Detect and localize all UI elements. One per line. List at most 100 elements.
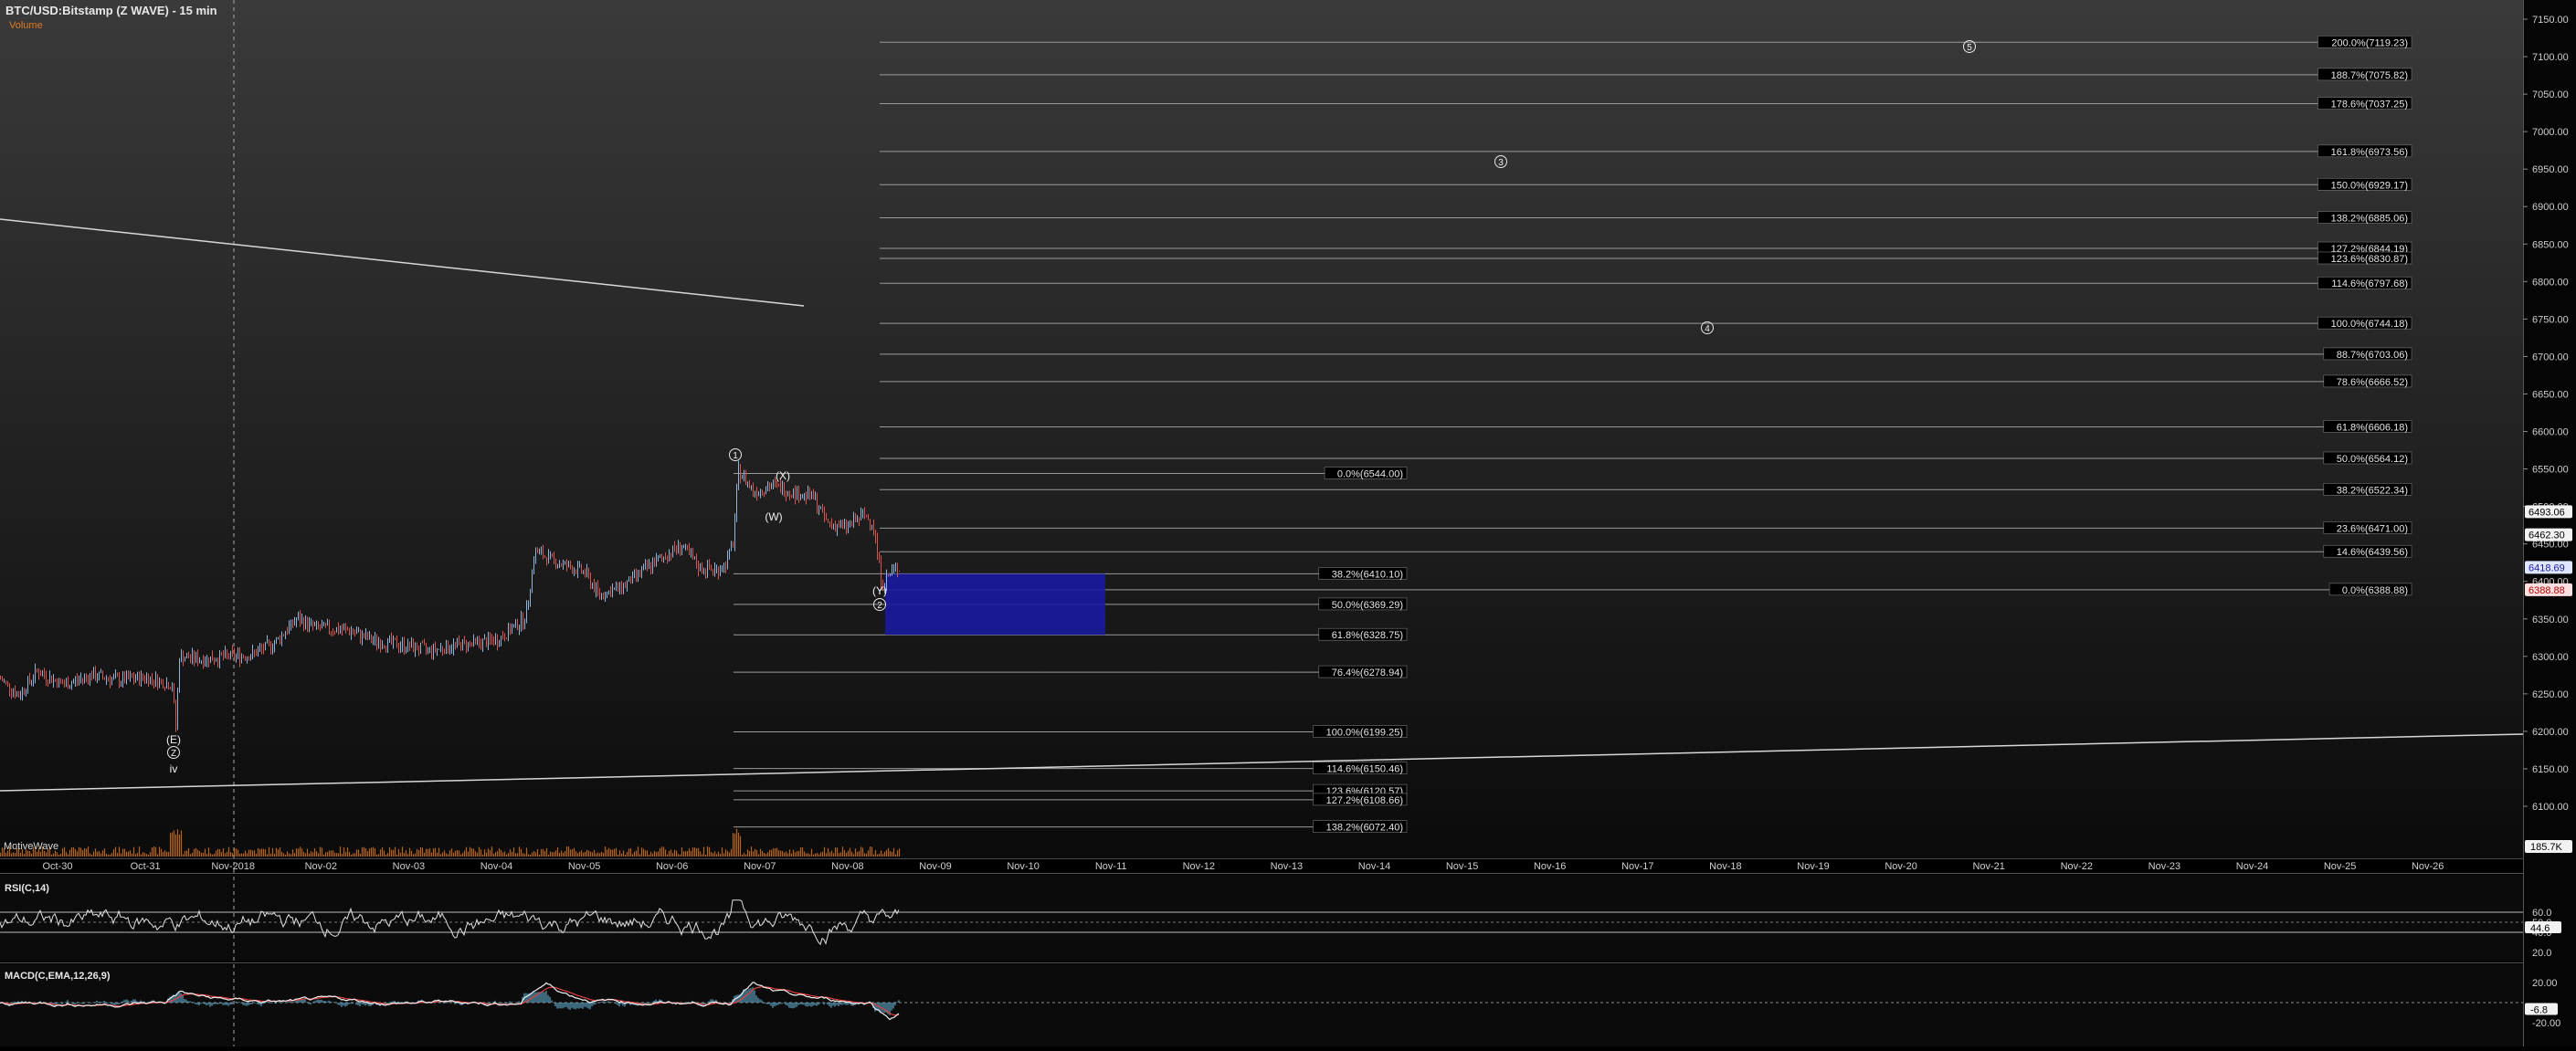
fib-extension-label: 114.6%(6797.68)	[2331, 279, 2408, 289]
price-axis-label: 6200.00	[2532, 727, 2569, 738]
price-axis-label: 6150.00	[2532, 764, 2569, 775]
price-axis-label: 7150.00	[2532, 15, 2569, 26]
fib-extension-label: 0.0%(6388.88)	[2342, 585, 2408, 596]
time-axis-label: Nov-07	[744, 861, 776, 872]
time-axis-label: Nov-2018	[211, 861, 255, 872]
wave-label: (X)	[776, 469, 790, 482]
wave-label: 4	[1705, 324, 1710, 334]
volume-label: Volume	[9, 20, 43, 31]
time-axis-label: Nov-04	[480, 861, 512, 872]
price-axis-label: 6100.00	[2532, 802, 2569, 813]
macd-pane-background	[0, 964, 2523, 1046]
fib-retracement-label: 76.4%(6278.94)	[1332, 667, 1403, 678]
price-pane-background	[0, 0, 2523, 858]
macd-current-label: -6.8	[2530, 1004, 2548, 1015]
price-axis-label: 6300.00	[2532, 652, 2569, 663]
watermark: MotiveWave	[4, 841, 58, 852]
price-axis-label: 6800.00	[2532, 277, 2569, 288]
fib-extension-label: 188.7%(7075.82)	[2331, 70, 2408, 81]
price-axis-label: 6550.00	[2532, 465, 2569, 476]
fib-retracement-label: 38.2%(6410.10)	[1332, 569, 1403, 580]
wave-label: 3	[1498, 158, 1504, 168]
fib-retracement-label: 114.6%(6150.46)	[1326, 764, 1403, 775]
fib-extension-label: 200.0%(7119.23)	[2331, 37, 2408, 48]
wave-label: (Y)	[872, 584, 887, 597]
time-axis-label: Nov-18	[1709, 861, 1741, 872]
price-axis-label: 6850.00	[2532, 239, 2569, 250]
rsi-label: RSI(C,14)	[5, 883, 49, 894]
price-tag-label: 6418.69	[2528, 562, 2565, 573]
time-axis-label: Oct-30	[42, 861, 72, 872]
time-axis-label: Nov-13	[1271, 861, 1303, 872]
time-axis-label: Nov-14	[1358, 861, 1390, 872]
time-axis-label: Nov-08	[831, 861, 863, 872]
time-axis-label: Nov-10	[1007, 861, 1039, 872]
fib-retracement-label: 0.0%(6544.00)	[1337, 468, 1403, 479]
time-axis-label: Nov-20	[1884, 861, 1916, 872]
macd-axis-label: 20.00	[2532, 978, 2558, 989]
fib-retracement-label: 138.2%(6072.40)	[1326, 823, 1403, 834]
axis-background	[2523, 0, 2576, 1046]
chart-window: 200.0%(7119.23) 188.7%(7075.82) 178.6%(703…	[0, 0, 2576, 1046]
time-axis-label: Nov-23	[2148, 861, 2180, 872]
fib-extension-label: 100.0%(6744.18)	[2331, 319, 2408, 330]
price-axis-label: 6900.00	[2532, 202, 2569, 213]
wave-label: 5	[1967, 43, 1972, 53]
price-axis-label: 6700.00	[2532, 352, 2569, 363]
price-axis-label: 6950.00	[2532, 164, 2569, 175]
chart-canvas[interactable]: 200.0%(7119.23) 188.7%(7075.82) 178.6%(703…	[0, 0, 2576, 1046]
fib-extension-label: 88.7%(6703.06)	[2337, 350, 2408, 361]
time-axis-label: Nov-25	[2324, 861, 2356, 872]
fib-extension-label: 61.8%(6606.18)	[2337, 422, 2408, 433]
price-tag-label: 6388.88	[2528, 585, 2565, 596]
fib-extension-label: 38.2%(6522.34)	[2337, 485, 2408, 496]
time-axis-label: Nov-19	[1797, 861, 1829, 872]
fib-retracement-label: 61.8%(6328.75)	[1332, 630, 1403, 641]
time-axis-label: Nov-02	[305, 861, 337, 872]
time-axis-label: Nov-21	[1972, 861, 2004, 872]
time-axis-label: Oct-31	[131, 861, 161, 872]
fib-extension-label: 50.0%(6564.12)	[2337, 454, 2408, 465]
time-axis-label: Nov-09	[919, 861, 951, 872]
fib-extension-label: 138.2%(6885.06)	[2331, 214, 2408, 225]
wave-label: (E)	[166, 733, 181, 746]
price-axis-label: 6600.00	[2532, 427, 2569, 438]
wave-label: (W)	[765, 510, 782, 523]
time-axis-label: Nov-16	[1534, 861, 1566, 872]
fib-extension-label: 23.6%(6471.00)	[2337, 523, 2408, 534]
chart-title: BTC/USD:Bitstamp (Z WAVE) - 15 min	[5, 4, 217, 17]
price-axis-label: 7050.00	[2532, 89, 2569, 100]
fib-extension-label: 123.6%(6830.87)	[2331, 254, 2408, 265]
price-axis-label: 6350.00	[2532, 615, 2569, 625]
macd-label: MACD(C,EMA,12,26,9)	[5, 971, 111, 982]
time-axis-label: Nov-12	[1183, 861, 1215, 872]
target-zone-box	[885, 573, 1105, 636]
wave-label: iv	[170, 762, 178, 775]
time-axis-label: Nov-26	[2412, 861, 2444, 872]
macd-axis-label: -20.00	[2532, 1018, 2560, 1029]
wave-label: 2	[877, 601, 882, 611]
fib-retracement-label: 50.0%(6369.29)	[1332, 600, 1403, 611]
fib-retracement-label: 100.0%(6199.25)	[1326, 728, 1403, 739]
price-axis-label: 6250.00	[2532, 689, 2569, 700]
time-axis-label: Nov-05	[568, 861, 600, 872]
time-axis-label: Nov-15	[1446, 861, 1478, 872]
fib-extension-label: 78.6%(6666.52)	[2337, 377, 2408, 388]
rsi-axis-label: 20.0	[2532, 948, 2551, 959]
time-axis-label: Nov-03	[393, 861, 425, 872]
price-tag-label: 6462.30	[2528, 531, 2565, 541]
price-axis-label: 7000.00	[2532, 127, 2569, 138]
price-axis-label: 7100.00	[2532, 52, 2569, 63]
fib-extension-label: 150.0%(6929.17)	[2331, 180, 2408, 191]
rsi-current-label: 44.6	[2530, 923, 2550, 934]
fib-extension-label: 161.8%(6973.56)	[2331, 147, 2408, 158]
price-tag-label: 6493.06	[2528, 507, 2565, 518]
fib-retracement-label: 127.2%(6108.66)	[1326, 795, 1403, 806]
price-axis-label: 6750.00	[2532, 314, 2569, 325]
fib-extension-label: 178.6%(7037.25)	[2331, 100, 2408, 110]
price-axis-label: 6650.00	[2532, 389, 2569, 400]
time-axis-label: Nov-06	[656, 861, 688, 872]
wave-label: Z	[171, 749, 176, 759]
time-axis-label: Nov-17	[1621, 861, 1653, 872]
time-axis-label: Nov-11	[1095, 861, 1127, 872]
